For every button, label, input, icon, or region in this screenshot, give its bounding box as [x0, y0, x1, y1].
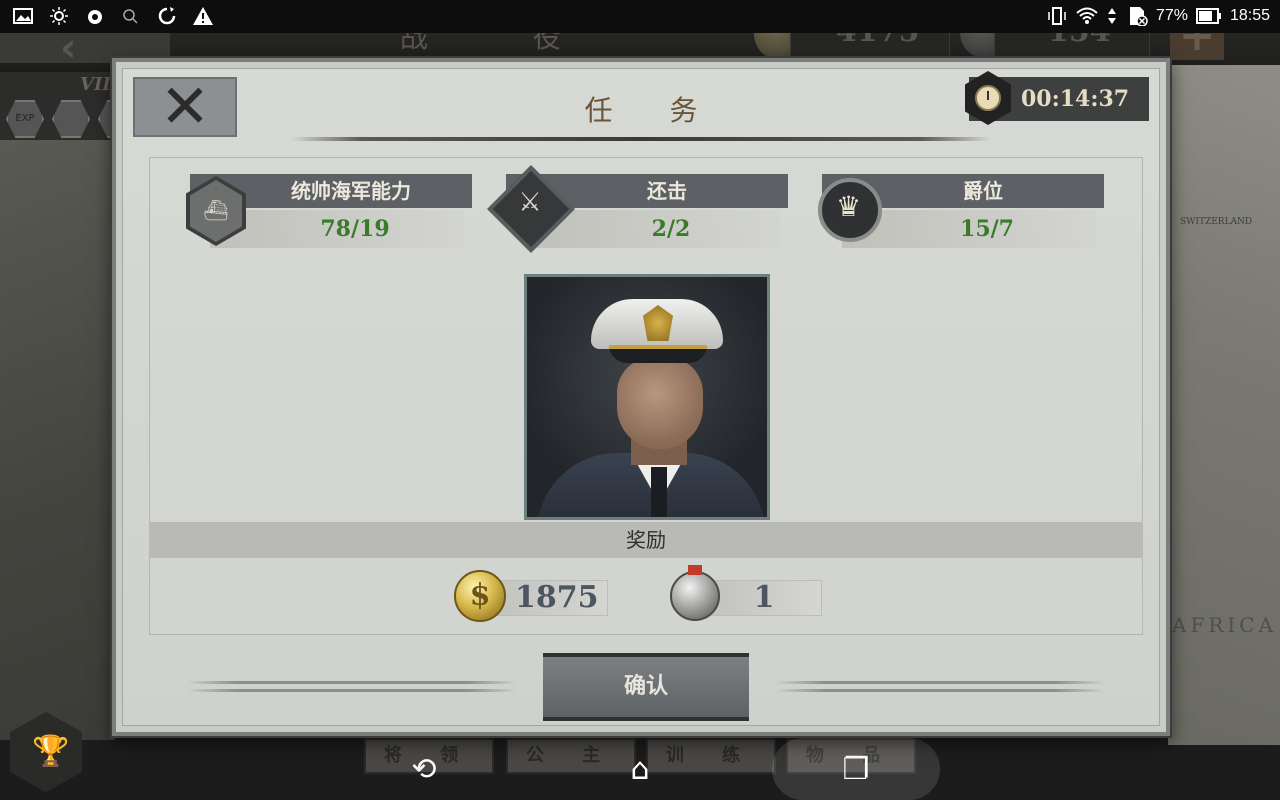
battery-percent: 77%: [1155, 7, 1188, 24]
title-divider: [291, 137, 991, 141]
warning-icon: [193, 7, 213, 25]
app-notification-icon: [88, 10, 102, 24]
mission-timer: 00:14:37: [965, 71, 1149, 125]
status-bar: 77% 18:55: [0, 0, 1280, 33]
wifi-icon: [1076, 7, 1098, 24]
coin-reward-amount: 1875: [494, 580, 608, 616]
exp-icon[interactable]: EXP: [6, 100, 44, 138]
nav-back-icon[interactable]: ⟲: [404, 750, 444, 790]
rank-panel: VII EXP: [0, 72, 136, 142]
map-label-switzerland: SWITZERLAND: [1180, 217, 1253, 227]
coin-icon: $: [454, 570, 506, 622]
sync-icon: [158, 7, 176, 25]
sd-card-icon: [1129, 7, 1148, 26]
reward-header: 奖励: [149, 522, 1143, 558]
divider-right: [775, 681, 1105, 693]
timer-value: 00:14:37: [1021, 86, 1130, 112]
nav-recents-icon[interactable]: ❐: [836, 750, 876, 790]
data-arrows-icon: [1107, 8, 1116, 24]
crown-icon: ♛: [818, 178, 882, 242]
brightness-icon: [50, 7, 68, 25]
helmet-icon[interactable]: [52, 100, 90, 138]
divider-left: [187, 681, 517, 693]
map-right[interactable]: SWITZERLAND AFRICA: [1168, 65, 1280, 745]
search-icon: [123, 9, 138, 24]
admiral-portrait: [524, 274, 770, 520]
vibrate-icon: [1048, 7, 1066, 25]
rank-label: VII: [80, 74, 111, 95]
requirement-counterattack: 还击 2/2 ⚔: [487, 165, 788, 253]
requirement-title-rank: 爵位 15/7 ♛: [812, 174, 1104, 250]
medal-reward-amount: 1: [706, 580, 822, 616]
nav-home-icon[interactable]: ⌂: [620, 750, 660, 790]
mission-content: 统帅海军能力 78/19 ⛴ 还击 2/2 ⚔ 爵位 15/7 ♛ 奖励 $ 1…: [149, 157, 1143, 635]
battery-icon: [1195, 8, 1221, 24]
status-time: 18:55: [1229, 7, 1270, 24]
requirement-value: 78/19: [210, 210, 464, 248]
map-label-africa: AFRICA: [1172, 613, 1278, 637]
mission-dialog-body: ✕ 任 务 00:14:37 统帅海军能力 78/19 ⛴ 还击 2/2 ⚔ 爵…: [122, 68, 1160, 726]
map-left: [0, 140, 115, 740]
trophy-icon: 🏆: [32, 734, 70, 769]
requirement-naval-command: 统帅海军能力 78/19 ⛴: [180, 174, 472, 250]
medal-icon: [670, 565, 720, 621]
tab-princess[interactable]: 公 主: [506, 738, 636, 774]
confirm-button[interactable]: 确认: [543, 653, 749, 721]
tab-training[interactable]: 训 练: [646, 738, 776, 774]
gallery-notification-icon: [13, 8, 33, 24]
mission-dialog: ✕ 任 务 00:14:37 统帅海军能力 78/19 ⛴ 还击 2/2 ⚔ 爵…: [112, 58, 1170, 736]
stopwatch-icon: [965, 71, 1011, 125]
